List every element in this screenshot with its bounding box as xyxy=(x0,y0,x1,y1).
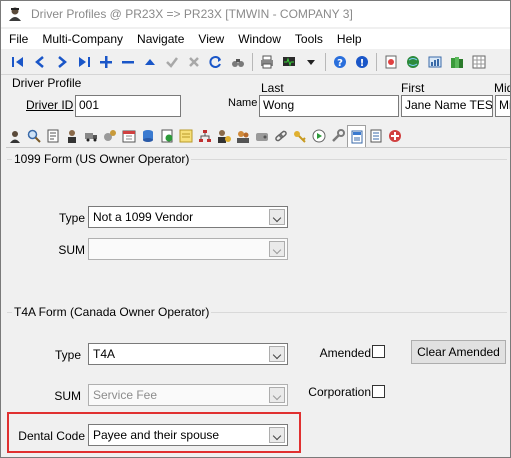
form1099-sum-select[interactable] xyxy=(88,238,288,260)
t4a-sum-label: SUM xyxy=(54,389,81,403)
svg-text:!: ! xyxy=(360,58,365,69)
add-record-icon[interactable] xyxy=(95,51,117,73)
tab-add-icon[interactable] xyxy=(385,126,404,146)
tab-tax-form-icon[interactable] xyxy=(347,125,366,147)
books-icon[interactable] xyxy=(446,51,468,73)
move-up-icon[interactable] xyxy=(139,51,161,73)
next-record-icon[interactable] xyxy=(51,51,73,73)
tab-database-icon[interactable] xyxy=(138,126,157,146)
tab-document-icon[interactable] xyxy=(43,126,62,146)
middle-name-input[interactable]: Mi xyxy=(495,95,510,117)
t4a-sum-select[interactable]: Service Fee xyxy=(88,384,288,406)
form1099-type-select[interactable]: Not a 1099 Vendor xyxy=(88,206,288,228)
driver-profiles-window: Driver Profiles @ PR23X => PR23X [TMWIN … xyxy=(0,0,511,458)
menu-file[interactable]: File xyxy=(1,29,35,49)
tab-key-icon[interactable] xyxy=(290,126,309,146)
menu-help[interactable]: Help xyxy=(330,29,369,49)
first-name-label: First xyxy=(401,81,425,95)
dashboard-icon[interactable] xyxy=(424,51,446,73)
driver-id-label: Driver ID xyxy=(26,98,73,112)
driver-id-label-text: Driver ID xyxy=(26,98,74,112)
title-bar[interactable]: Driver Profiles @ PR23X => PR23X [TMWIN … xyxy=(1,1,510,27)
previous-record-icon[interactable] xyxy=(29,51,51,73)
t4a-type-value: T4A xyxy=(93,347,116,361)
driver-app-icon xyxy=(7,6,23,22)
tab-wrench-icon[interactable] xyxy=(328,126,347,146)
toolbar-separator xyxy=(376,53,377,71)
tab-search-icon[interactable] xyxy=(24,126,43,146)
chevron-down-icon xyxy=(269,241,285,257)
toolbar-separator xyxy=(325,53,326,71)
menu-bar: File Multi-Company Navigate View Window … xyxy=(1,29,510,49)
profile-tab-strip xyxy=(5,125,510,147)
dropdown-arrow-icon[interactable] xyxy=(300,51,322,73)
tab-calendar-icon[interactable] xyxy=(119,126,138,146)
tab-go-icon[interactable] xyxy=(309,126,328,146)
tax-forms-panel xyxy=(6,147,510,455)
grid-icon[interactable] xyxy=(468,51,490,73)
menu-window[interactable]: Window xyxy=(231,29,288,49)
form1099-type-value: Not a 1099 Vendor xyxy=(93,210,194,224)
group-1099-title: 1099 Form (US Owner Operator) xyxy=(12,152,192,166)
menu-tools[interactable]: Tools xyxy=(288,29,330,49)
toolbar-divider xyxy=(1,74,510,75)
monitor-icon[interactable] xyxy=(278,51,300,73)
menu-multi-company[interactable]: Multi-Company xyxy=(35,29,130,49)
tab-truck-icon[interactable] xyxy=(81,126,100,146)
menu-view[interactable]: View xyxy=(191,29,231,49)
delete-record-icon[interactable] xyxy=(117,51,139,73)
toolbar: ? ! xyxy=(1,50,510,74)
tab-gears-icon[interactable] xyxy=(100,126,119,146)
last-record-icon[interactable] xyxy=(73,51,95,73)
driver-id-input[interactable]: 001 xyxy=(75,95,181,117)
tab-wallet-icon[interactable] xyxy=(252,126,271,146)
print-icon[interactable] xyxy=(256,51,278,73)
amended-label: Amended xyxy=(319,346,371,360)
chevron-down-icon xyxy=(269,209,285,225)
globe-icon[interactable] xyxy=(402,51,424,73)
name-label: Name xyxy=(228,97,258,109)
t4a-type-select[interactable]: T4A xyxy=(88,343,288,365)
driver-profile-section-title: Driver Profile xyxy=(12,76,82,90)
toolbar-separator xyxy=(252,53,253,71)
chevron-down-icon xyxy=(269,387,285,403)
cancel-x-icon[interactable] xyxy=(183,51,205,73)
refresh-icon[interactable] xyxy=(205,51,227,73)
first-name-input[interactable]: Jane Name TESTi xyxy=(401,95,493,117)
tab-money-person-icon[interactable] xyxy=(214,126,233,146)
dental-code-highlight-box xyxy=(7,412,301,453)
last-name-label: Last xyxy=(261,81,284,95)
t4a-type-label: Type xyxy=(54,348,81,362)
help-icon[interactable]: ? xyxy=(329,51,351,73)
group-t4a-title: T4A Form (Canada Owner Operator) xyxy=(12,305,212,319)
tab-driver-icon[interactable] xyxy=(5,126,24,146)
form1099-type-label: Type xyxy=(58,211,85,225)
form1099-sum-label: SUM xyxy=(58,243,85,257)
middle-name-label: Mid xyxy=(494,81,510,95)
corporation-checkbox[interactable] xyxy=(372,385,385,398)
tab-notes-icon[interactable] xyxy=(176,126,195,146)
tab-person-icon[interactable] xyxy=(62,126,81,146)
t4a-sum-value: Service Fee xyxy=(93,388,158,402)
clear-amended-button[interactable]: Clear Amended xyxy=(411,340,506,364)
first-record-icon[interactable] xyxy=(7,51,29,73)
window-title: Driver Profiles @ PR23X => PR23X [TMWIN … xyxy=(31,7,353,21)
corporation-label: Corporation xyxy=(308,385,371,399)
notes-icon[interactable] xyxy=(380,51,402,73)
amended-checkbox[interactable] xyxy=(372,345,385,358)
chevron-down-icon xyxy=(269,346,285,362)
svg-text:?: ? xyxy=(337,58,343,69)
info-icon[interactable]: ! xyxy=(351,51,373,73)
last-name-input[interactable]: Wong xyxy=(259,95,399,117)
menu-navigate[interactable]: Navigate xyxy=(130,29,191,49)
tab-checklist-icon[interactable] xyxy=(157,126,176,146)
tab-list-icon[interactable] xyxy=(366,126,385,146)
tab-link-icon[interactable] xyxy=(271,126,290,146)
tab-hierarchy-icon[interactable] xyxy=(195,126,214,146)
save-check-icon[interactable] xyxy=(161,51,183,73)
tab-user-group-icon[interactable] xyxy=(233,126,252,146)
binoculars-icon[interactable] xyxy=(227,51,249,73)
